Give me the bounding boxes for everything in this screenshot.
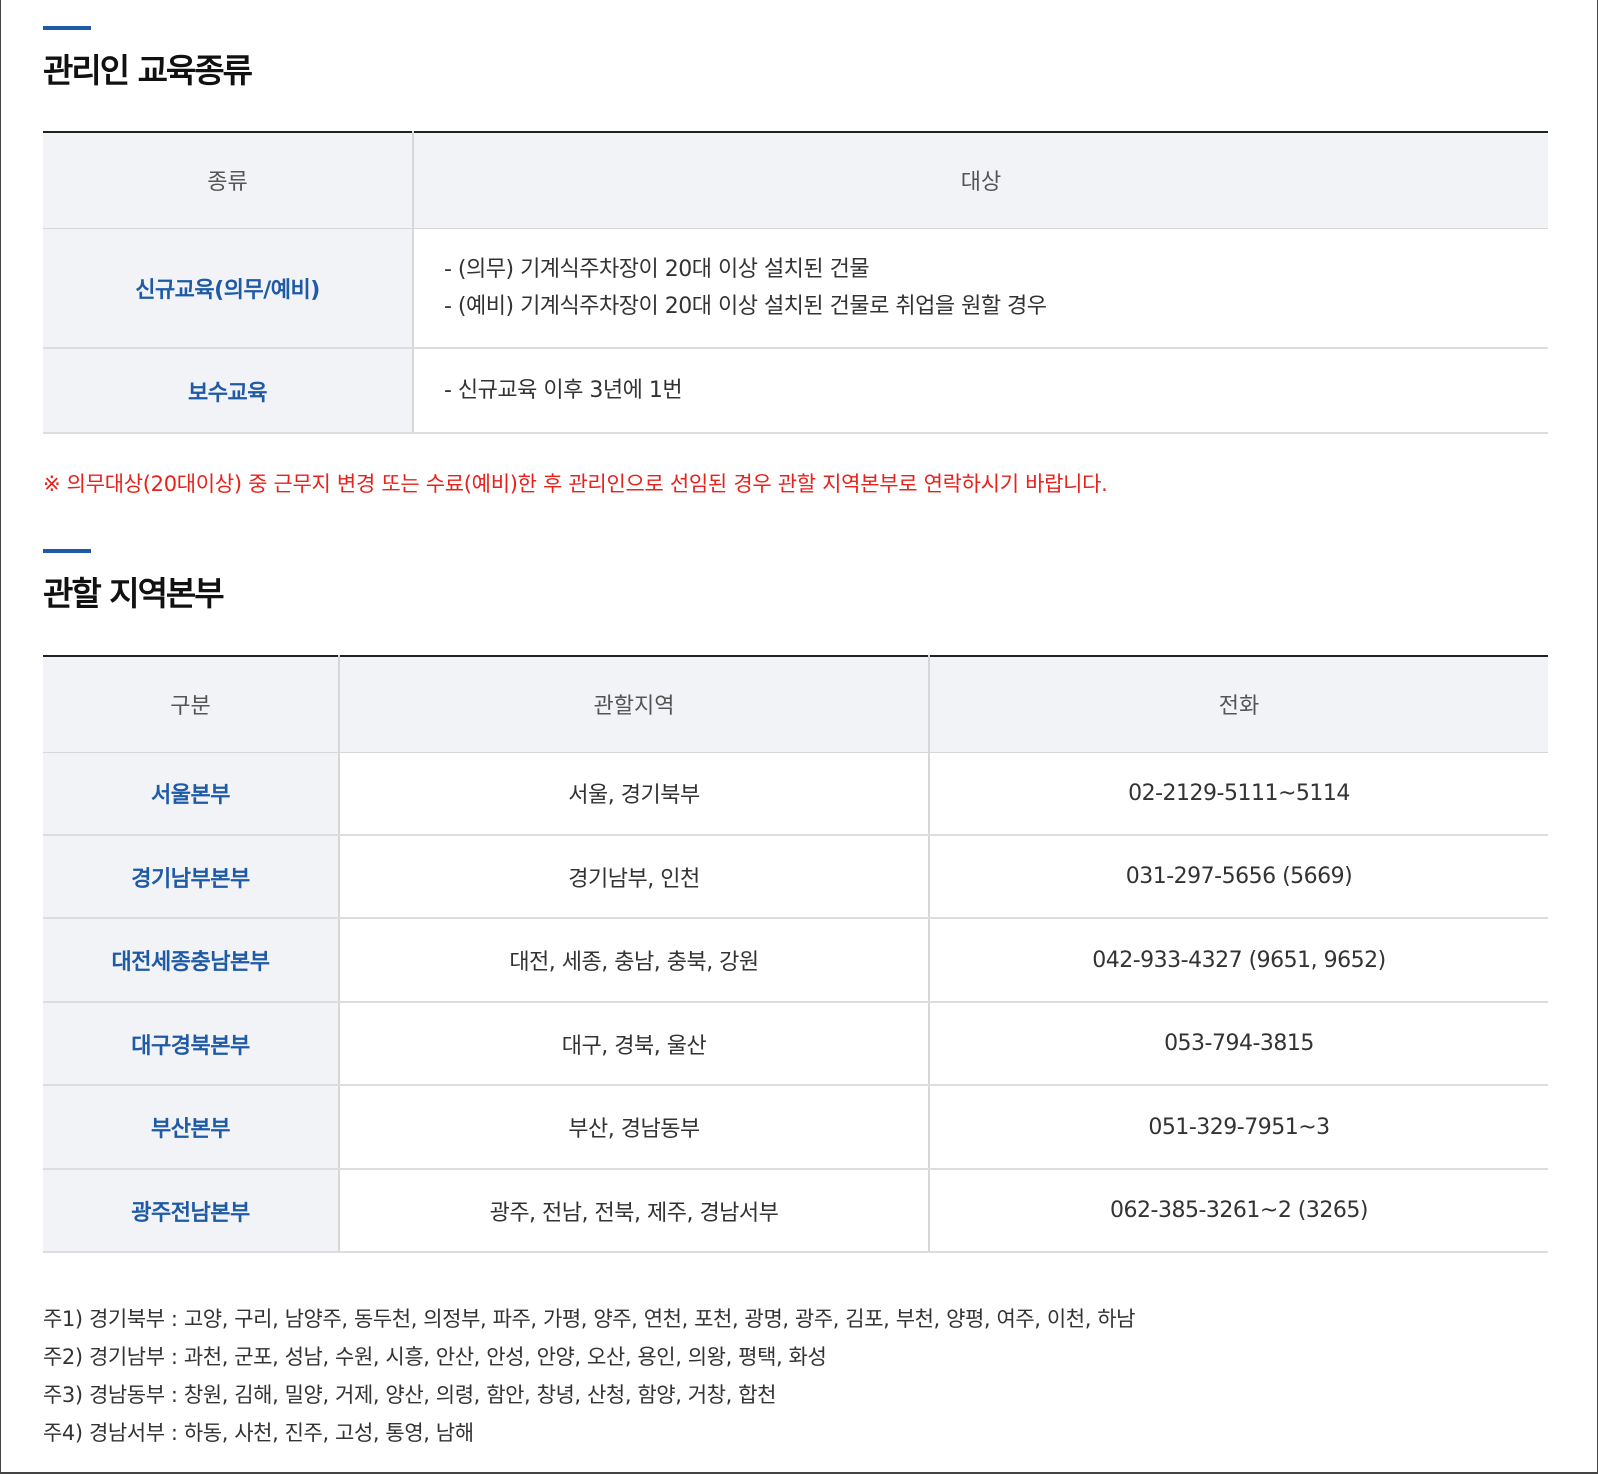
office-phone: 053-794-3815 — [929, 1002, 1548, 1086]
column-header-type: 종류 — [43, 132, 414, 229]
table-row: 부산본부 부산, 경남동부 051-329-7951~3 — [43, 1085, 1548, 1170]
section-title-education: 관리인 교육종류 — [43, 51, 253, 90]
office-phone: 042-933-4327 (9651, 9652) — [929, 918, 1548, 1003]
office-phone: 062-385-3261~2 (3265) — [929, 1169, 1548, 1253]
target-line: - (예비) 기계식주차장이 20대 이상 설치된 건물로 취업을 원할 경우 — [444, 293, 1047, 319]
section-accent-bar — [43, 26, 91, 30]
table-row: 경기남부본부 경기남부, 인천 031-297-5656 (5669) — [43, 835, 1548, 919]
notice-text: ※ 의무대상(20대이상) 중 근무지 변경 또는 수료(예비)한 후 관리인으… — [43, 472, 1108, 496]
section-accent-bar — [43, 549, 91, 553]
office-region: 서울, 경기북부 — [339, 752, 930, 836]
office-region: 광주, 전남, 전북, 제주, 경남서부 — [339, 1169, 930, 1253]
table-header-row: 종류 대상 — [43, 132, 1548, 229]
education-type-refresher: 보수교육 — [43, 348, 414, 434]
regional-offices-table: 구분 관할지역 전화 서울본부 서울, 경기북부 02-2129-5111~51… — [43, 655, 1548, 1253]
column-header-division: 구분 — [43, 656, 340, 753]
table-row: 대전세종충남본부 대전, 세종, 충남, 충북, 강원 042-933-4327… — [43, 918, 1548, 1003]
office-phone: 051-329-7951~3 — [929, 1085, 1548, 1170]
footnotes-list: 주1) 경기북부 : 고양, 구리, 남양주, 동두천, 의정부, 파주, 가평… — [43, 1300, 1135, 1452]
office-region: 대전, 세종, 충남, 충북, 강원 — [339, 918, 930, 1003]
footnote-item: 주4) 경남서부 : 하동, 사천, 진주, 고성, 통영, 남해 — [43, 1421, 474, 1445]
target-line: - 신규교육 이후 3년에 1번 — [444, 378, 683, 403]
office-name: 경기남부본부 — [43, 835, 340, 919]
footnote-item: 주3) 경남동부 : 창원, 김해, 밀양, 거제, 양산, 의령, 함안, 창… — [43, 1383, 776, 1407]
column-header-phone: 전화 — [929, 656, 1548, 753]
table-row: 신규교육(의무/예비) - (의무) 기계식주차장이 20대 이상 설치된 건물… — [43, 228, 1548, 349]
table-row: 광주전남본부 광주, 전남, 전북, 제주, 경남서부 062-385-3261… — [43, 1169, 1548, 1253]
office-name: 광주전남본부 — [43, 1169, 340, 1253]
office-name: 대전세종충남본부 — [43, 918, 340, 1003]
education-target-cell: - 신규교육 이후 3년에 1번 — [413, 348, 1548, 434]
education-target-cell: - (의무) 기계식주차장이 20대 이상 설치된 건물 - (예비) 기계식주… — [413, 228, 1548, 349]
office-name: 서울본부 — [43, 752, 340, 836]
office-region: 대구, 경북, 울산 — [339, 1002, 930, 1086]
table-header-row: 구분 관할지역 전화 — [43, 656, 1548, 753]
target-line: - (의무) 기계식주차장이 20대 이상 설치된 건물 — [444, 256, 870, 282]
table-row: 보수교육 - 신규교육 이후 3년에 1번 — [43, 348, 1548, 434]
section-title-regional-offices: 관할 지역본부 — [43, 574, 225, 613]
office-name: 대구경북본부 — [43, 1002, 340, 1086]
column-header-target: 대상 — [413, 132, 1548, 229]
office-name: 부산본부 — [43, 1085, 340, 1170]
table-row: 대구경북본부 대구, 경북, 울산 053-794-3815 — [43, 1002, 1548, 1086]
footnote-item: 주2) 경기남부 : 과천, 군포, 성남, 수원, 시흥, 안산, 안성, 안… — [43, 1345, 827, 1369]
education-types-table: 종류 대상 신규교육(의무/예비) - (의무) 기계식주차장이 20대 이상 … — [43, 131, 1548, 434]
education-type-new: 신규교육(의무/예비) — [43, 228, 414, 349]
office-region: 부산, 경남동부 — [339, 1085, 930, 1170]
table-row: 서울본부 서울, 경기북부 02-2129-5111~5114 — [43, 752, 1548, 836]
office-phone: 031-297-5656 (5669) — [929, 835, 1548, 919]
office-phone: 02-2129-5111~5114 — [929, 752, 1548, 836]
page-frame: 관리인 교육종류 종류 대상 신규교육(의무/예비) - (의무) 기계식주차장… — [0, 0, 1598, 1474]
column-header-jurisdiction: 관할지역 — [339, 656, 930, 753]
footnote-item: 주1) 경기북부 : 고양, 구리, 남양주, 동두천, 의정부, 파주, 가평… — [43, 1307, 1136, 1331]
office-region: 경기남부, 인천 — [339, 835, 930, 919]
